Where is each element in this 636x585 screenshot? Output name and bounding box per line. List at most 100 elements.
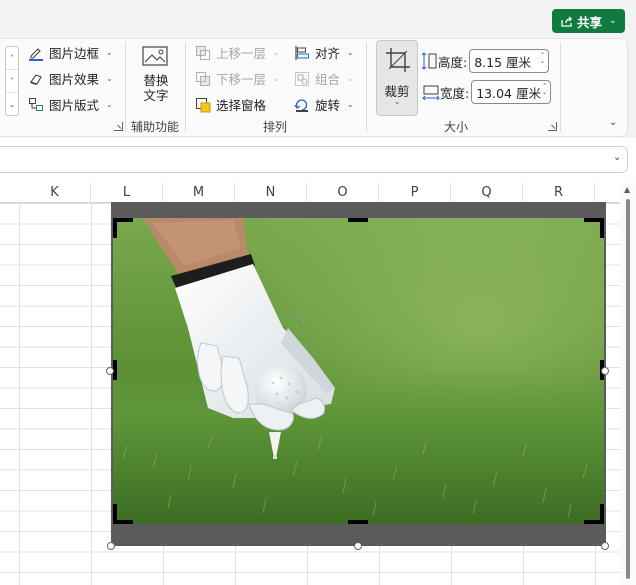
chevron-down-icon: ⌄: [347, 48, 354, 57]
send-backward-icon: [196, 71, 210, 86]
size-launcher-icon[interactable]: [548, 122, 557, 131]
width-label: 宽度:: [440, 85, 470, 101]
chevron-down-icon: ⌄: [273, 74, 280, 83]
bring-forward-label: 上移一层: [216, 46, 267, 61]
rotate-button[interactable]: 旋转 ⌄: [294, 95, 354, 114]
golf-photo[interactable]: [113, 218, 604, 524]
style-gallery-scroll[interactable]: ˄ ˅ ⌄: [5, 46, 19, 116]
picture-effects-button[interactable]: 图片效果 ⌄: [28, 69, 113, 88]
gallery-up-icon[interactable]: ˄: [6, 47, 18, 70]
align-button[interactable]: 对齐 ⌄: [294, 43, 354, 62]
resize-handle-left[interactable]: [106, 367, 114, 375]
column-header[interactable]: R: [523, 183, 595, 203]
bring-forward-icon: [196, 45, 210, 60]
align-label: 对齐: [315, 46, 341, 61]
collapse-ribbon-icon[interactable]: ⌄: [609, 117, 617, 128]
chevron-down-icon: ⌄: [393, 97, 401, 106]
chevron-down-icon: ⌄: [106, 48, 113, 57]
expand-formula-bar-icon[interactable]: ⌄: [613, 152, 621, 163]
crop-button[interactable]: 裁剪 ⌄: [376, 40, 418, 116]
selection-pane-label: 选择窗格: [216, 98, 267, 113]
rotate-label: 旋转: [315, 98, 341, 113]
chevron-down-icon: ⌄: [106, 74, 113, 83]
chevron-down-icon: ⌄: [273, 48, 280, 57]
group-label: 组合: [315, 72, 341, 87]
column-header[interactable]: K: [19, 183, 91, 203]
arrange-group-label: 排列: [263, 120, 288, 134]
crop-handle-bottom-right[interactable]: [600, 504, 604, 524]
group-icon: [295, 71, 309, 86]
share-button[interactable]: 共享 ⌄: [552, 9, 625, 33]
gallery-down-icon[interactable]: ˅: [6, 70, 18, 93]
ribbon-separator: [185, 42, 186, 132]
effects-icon: [30, 73, 42, 85]
chevron-down-icon: ⌄: [609, 16, 617, 26]
height-input[interactable]: 8.15 厘米 ˄ ˅: [469, 49, 550, 73]
title-bar: 共享 ⌄: [0, 0, 636, 38]
selection-pane-button[interactable]: 选择窗格: [195, 95, 266, 114]
height-row: 高度: 8.15 厘米 ˄ ˅: [422, 49, 550, 73]
alt-text-line1: 替换: [143, 73, 169, 88]
send-backward-button[interactable]: 下移一层 ⌄: [195, 69, 280, 88]
accessibility-group-label: 辅助功能: [131, 120, 180, 134]
column-header-row: K L M N O P Q R: [0, 183, 620, 203]
spinner-icon[interactable]: ˄ ˅: [543, 83, 547, 101]
column-header[interactable]: P: [379, 183, 451, 203]
height-icon: [422, 52, 437, 70]
ribbon-separator: [125, 42, 126, 132]
picture-layout-button[interactable]: 图片版式 ⌄: [28, 95, 113, 114]
spinner-icon[interactable]: ˄ ˅: [541, 52, 545, 70]
golf-photo-image: [113, 218, 604, 524]
chevron-down-icon: ⌄: [347, 74, 354, 83]
share-icon: [561, 16, 573, 27]
width-value: 13.04 厘米: [476, 85, 541, 101]
picture-layout-label: 图片版式: [49, 98, 100, 113]
width-icon: [422, 85, 440, 100]
column-header[interactable]: Q: [451, 183, 523, 203]
alt-text-icon: [142, 46, 168, 66]
formula-bar[interactable]: [0, 146, 628, 173]
resize-handle-bottom[interactable]: [354, 542, 362, 550]
resize-handle-right[interactable]: [601, 367, 609, 375]
share-label: 共享: [577, 14, 603, 30]
bring-forward-button[interactable]: 上移一层 ⌄: [195, 43, 280, 62]
picture-border-label: 图片边框: [49, 46, 100, 61]
column-header[interactable]: N: [235, 183, 307, 203]
picture-styles-launcher-icon[interactable]: [114, 122, 123, 131]
width-input[interactable]: 13.04 厘米 ˄ ˅: [471, 80, 552, 104]
picture-layout-icon: [29, 97, 43, 111]
crop-handle-top[interactable]: [348, 218, 368, 222]
scroll-up-icon[interactable]: ▲: [624, 185, 630, 194]
rotate-icon: [294, 98, 308, 112]
group-button[interactable]: 组合 ⌄: [294, 69, 354, 88]
alt-text-button[interactable]: 替换 文字: [135, 44, 177, 103]
column-header[interactable]: M: [163, 183, 235, 203]
crop-icon: [386, 48, 410, 72]
ribbon-separator: [560, 42, 561, 132]
pen-border-icon: [29, 47, 43, 61]
ribbon-separator: [366, 42, 367, 132]
align-icon: [295, 45, 309, 60]
picture-border-button[interactable]: 图片边框 ⌄: [28, 43, 113, 62]
crop-handle-top-left[interactable]: [113, 218, 117, 238]
alt-text-line2: 文字: [143, 88, 169, 103]
picture-effects-label: 图片效果: [49, 72, 100, 87]
size-group-label: 大小: [444, 120, 469, 134]
chevron-down-icon: ⌄: [106, 100, 113, 109]
column-header[interactable]: L: [91, 183, 163, 203]
crop-handle-bottom-left[interactable]: [113, 504, 117, 524]
column-header[interactable]: O: [307, 183, 379, 203]
resize-handle-bottom-left[interactable]: [107, 542, 115, 550]
crop-handle-top-right[interactable]: [600, 218, 604, 238]
width-row: 宽度: 13.04 厘米 ˄ ˅: [422, 80, 552, 104]
chevron-down-icon: ⌄: [347, 100, 354, 109]
height-value: 8.15 厘米: [474, 54, 532, 70]
crop-handle-bottom[interactable]: [348, 520, 368, 524]
scrollbar-thumb[interactable]: [626, 199, 630, 579]
send-backward-label: 下移一层: [216, 72, 267, 87]
resize-handle-bottom-right[interactable]: [601, 542, 609, 550]
selection-pane-icon: [196, 97, 211, 112]
height-label: 高度:: [438, 54, 468, 70]
vertical-scrollbar[interactable]: ▲: [620, 183, 636, 585]
gallery-more-icon[interactable]: ⌄: [6, 93, 18, 116]
